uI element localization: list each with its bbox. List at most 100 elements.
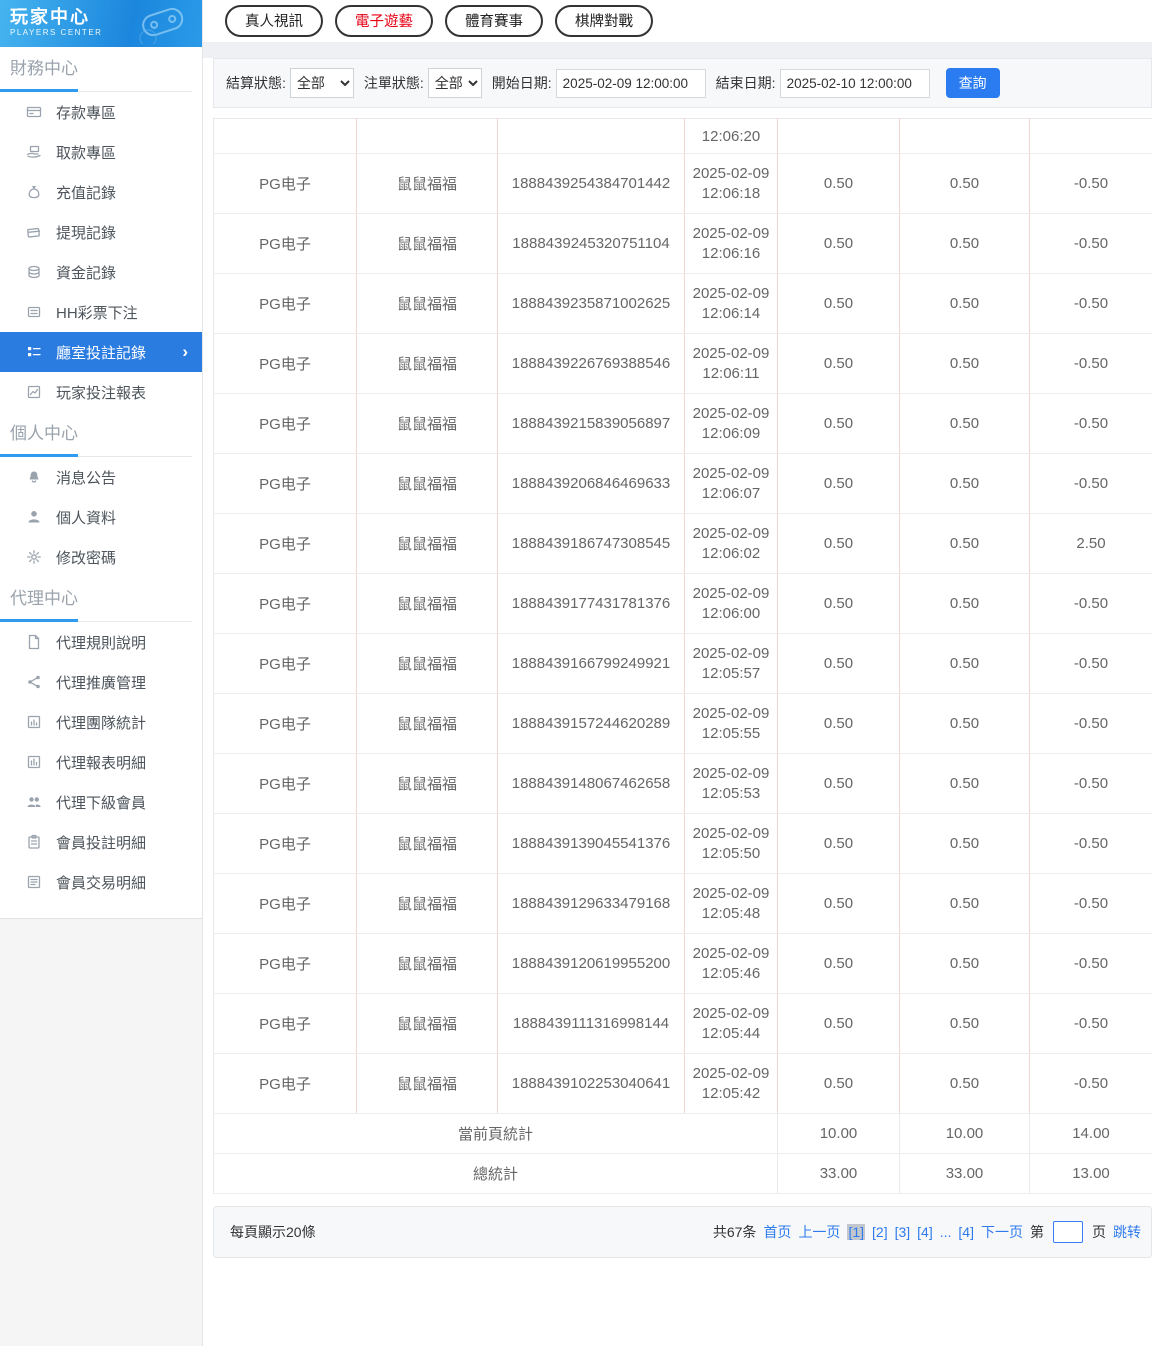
datetime-cell: 2025-02-09 12:05:55 — [684, 693, 778, 754]
category-live-video-button[interactable]: 真人視訊 — [225, 5, 323, 37]
sidebar-item-hh-lottery-bets[interactable]: HH彩票下注 — [0, 292, 202, 332]
game-cell: 鼠鼠福福 — [356, 333, 498, 394]
sidebar-item-member-bet-detail[interactable]: 會員投註明細 — [0, 822, 202, 862]
table-row: PG电子 鼠鼠福福 1888439139045541376 2025-02-09… — [213, 813, 1152, 874]
sidebar-item-deposit-zone[interactable]: 存款專區 — [0, 92, 202, 132]
table-row: PG电子 鼠鼠福福 1888439206846469633 2025-02-09… — [213, 453, 1152, 514]
sidebar-item-recharge-records[interactable]: 充值記錄 — [0, 172, 202, 212]
order-no-cell: 1888439166799249921 — [497, 633, 685, 694]
sidebar-item-player-bet-report[interactable]: 玩家投注報表 — [0, 372, 202, 412]
pagination-bar: 每頁顯示20條 共67条 首页 上一页 [1] [2] [3] [4]... [4] 下… — [213, 1206, 1152, 1258]
table-row: PG电子 鼠鼠福福 1888439157244620289 2025-02-09… — [213, 693, 1152, 754]
sidebar-section-agent: 代理中心 代理規則說明 代理推廣管理 代理團隊統計 代理報表明細 代理下級會員 — [0, 577, 202, 902]
document-icon — [25, 634, 43, 650]
provider-cell: PG电子 — [213, 873, 357, 934]
order-no-cell: 1888439226769388546 — [497, 333, 685, 394]
report-chart-icon — [25, 754, 43, 770]
order-no-cell: 1888439235871002625 — [497, 273, 685, 334]
sidebar-item-label: 代理推廣管理 — [56, 674, 147, 692]
sidebar-item-announcements[interactable]: 消息公告 — [0, 457, 202, 497]
sidebar-item-agent-rules[interactable]: 代理規則說明 — [0, 622, 202, 662]
bet-amount-cell: 0.50 — [777, 993, 900, 1054]
bet-amount-cell: 0.50 — [777, 813, 900, 874]
bet-amount-cell: 0.50 — [777, 873, 900, 934]
category-electronic-games-button[interactable]: 電子遊藝 — [335, 5, 433, 37]
page-summary-valid-bet: 10.00 — [899, 1113, 1030, 1154]
page-number-link[interactable]: ... — [940, 1224, 952, 1240]
table-row: PG电子 鼠鼠福福 1888439215839056897 2025-02-09… — [213, 393, 1152, 454]
datetime-cell: 2025-02-09 12:05:53 — [684, 753, 778, 814]
page-number-link[interactable]: [4] — [917, 1224, 933, 1240]
valid-bet-cell: 0.50 — [899, 213, 1030, 274]
total-summary-win-loss: 13.00 — [1029, 1153, 1152, 1194]
provider-cell: PG电子 — [213, 633, 357, 694]
bet-amount-cell: 0.50 — [777, 333, 900, 394]
datetime-cell: 2025-02-09 12:06:18 — [684, 153, 778, 214]
ticket-list-icon — [25, 304, 43, 320]
win-loss-cell: -0.50 — [1029, 813, 1152, 874]
sidebar-item-funds-records[interactable]: 資金記錄 — [0, 252, 202, 292]
win-loss-cell: -0.50 — [1029, 933, 1152, 994]
first-page-link[interactable]: 首页 — [763, 1222, 791, 1242]
page-number-link[interactable]: [4] — [958, 1224, 974, 1240]
prev-page-link[interactable]: 上一页 — [798, 1222, 840, 1242]
order-no-cell: 1888439111316998144 — [497, 993, 685, 1054]
provider-cell: PG电子 — [213, 753, 357, 814]
next-page-link[interactable]: 下一页 — [981, 1222, 1023, 1242]
start-date-label: 開始日期: — [491, 75, 552, 91]
page: 玩家中心 PLAYERS CENTER 財務中心 存款專區 取款專區 充值記錄 — [0, 0, 1152, 1346]
page-summary-bet: 10.00 — [777, 1113, 900, 1154]
provider-cell: PG电子 — [213, 393, 357, 454]
sidebar-item-room-bet-records[interactable]: 廳室投註記錄 › — [0, 332, 202, 372]
sidebar-item-label: 個人資料 — [56, 509, 117, 527]
order-no-cell: 1888439186747308545 — [497, 513, 685, 574]
end-date-input[interactable] — [779, 68, 930, 98]
win-loss-cell: -0.50 — [1029, 633, 1152, 694]
sidebar-item-agent-sub-members[interactable]: 代理下級會員 — [0, 782, 202, 822]
datetime-cell: 2025-02-09 12:06:02 — [684, 513, 778, 574]
sidebar-item-agent-report-detail[interactable]: 代理報表明細 — [0, 742, 202, 782]
valid-bet-cell: 0.50 — [899, 993, 1030, 1054]
sidebar-item-change-password[interactable]: 修改密碼 — [0, 537, 202, 577]
jump-go-link[interactable]: 跳转 — [1113, 1222, 1141, 1242]
page-summary-row: 當前頁統計 10.00 10.00 14.00 — [213, 1113, 1152, 1154]
category-sports-button[interactable]: 體育賽事 — [445, 5, 543, 37]
provider-cell: PG电子 — [213, 1053, 357, 1114]
section-title: 財務中心 — [10, 59, 78, 78]
page-number-link[interactable]: [3] — [895, 1224, 911, 1240]
start-date-input[interactable] — [555, 68, 706, 98]
bullet-list-icon — [25, 344, 43, 360]
settle-status-select[interactable]: 全部 — [289, 68, 354, 98]
page-jump-input[interactable] — [1053, 1221, 1083, 1243]
provider-cell: PG电子 — [213, 213, 357, 274]
category-board-games-button[interactable]: 棋牌對戰 — [555, 5, 653, 37]
sidebar-item-label: 代理報表明細 — [56, 754, 147, 772]
sidebar-item-profile[interactable]: 個人資料 — [0, 497, 202, 537]
win-loss-cell: -0.50 — [1029, 453, 1152, 514]
provider-cell: PG电子 — [213, 933, 357, 994]
order-status-select[interactable]: 全部 — [427, 68, 482, 98]
provider-cell: PG电子 — [213, 993, 357, 1054]
sidebar-item-withdraw-zone[interactable]: 取款專區 — [0, 132, 202, 172]
sidebar-filler — [0, 918, 202, 1346]
sidebar: 玩家中心 PLAYERS CENTER 財務中心 存款專區 取款專區 充值記錄 — [0, 0, 203, 1346]
total-summary-label: 總統計 — [213, 1153, 778, 1194]
order-status-label: 注單狀態: — [363, 75, 424, 91]
page-number-link[interactable]: [2] — [872, 1224, 888, 1240]
sidebar-item-label: 提現記錄 — [56, 224, 117, 242]
order-no-cell: 1888439120619955200 — [497, 933, 685, 994]
sidebar-item-agent-promotion[interactable]: 代理推廣管理 — [0, 662, 202, 702]
datetime-cell: 2025-02-09 12:05:57 — [684, 633, 778, 694]
game-cell: 鼠鼠福福 — [356, 153, 498, 214]
win-loss-cell: -0.50 — [1029, 393, 1152, 454]
sidebar-item-member-transaction-detail[interactable]: 會員交易明細 — [0, 862, 202, 902]
table-row: PG电子 鼠鼠福福 1888439186747308545 2025-02-09… — [213, 513, 1152, 574]
main-content: 真人視訊 電子遊藝 體育賽事 棋牌對戰 結算狀態: 全部 注單狀態: 全部 開始… — [203, 0, 1152, 1346]
sidebar-item-withdrawal-records[interactable]: 提現記錄 — [0, 212, 202, 252]
search-button[interactable]: 查詢 — [945, 68, 1000, 98]
sidebar-item-agent-team-stats[interactable]: 代理團隊統計 — [0, 702, 202, 742]
sidebar-item-label: 代理團隊統計 — [56, 714, 147, 732]
bell-icon — [25, 469, 43, 485]
page-number-link[interactable]: [1] — [847, 1224, 866, 1240]
list-lines-icon — [25, 874, 43, 890]
